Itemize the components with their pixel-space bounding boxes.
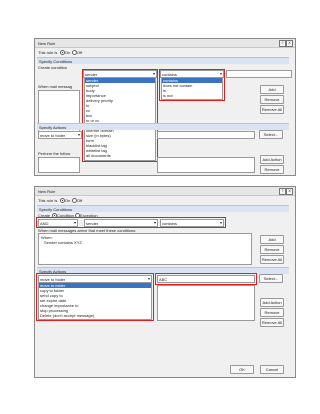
action-dropdown[interactable]: move to folder ▾ (38, 131, 82, 139)
help-button[interactable]: ? (279, 40, 286, 47)
off-label: Off (77, 50, 83, 55)
on-label: On (65, 198, 71, 203)
when-mail-label: When mail messag (38, 84, 73, 89)
add-action-button[interactable]: Add Action (260, 298, 284, 307)
select-button[interactable]: Select... (259, 274, 283, 283)
new-rule-dialog-bottom: New Rule ? X This rule is On Off Specify… (34, 186, 296, 378)
actions-list-box[interactable] (157, 285, 255, 321)
perform-following-label: Perform the follow (38, 151, 71, 156)
highlight-box (82, 69, 158, 162)
action-value-input[interactable] (157, 131, 255, 139)
conditions-section-header: Specify Conditions (37, 57, 289, 64)
add-button[interactable]: Add (260, 235, 284, 244)
on-label: On (65, 50, 71, 55)
rule-on-label: This rule is (38, 198, 58, 203)
remove-all-button[interactable]: Remove All (260, 105, 284, 114)
remove-action-button[interactable]: Remove (260, 308, 284, 317)
rule-on-label: This rule is (38, 50, 58, 55)
remove-all-action-button[interactable]: Remove All (260, 318, 284, 327)
ok-button[interactable]: OK (230, 365, 254, 374)
title-bar: New Rule ? X (35, 39, 295, 48)
actions-list-box-right[interactable] (157, 157, 255, 173)
cancel-button[interactable]: Cancel (260, 365, 284, 374)
help-button[interactable]: ? (279, 188, 286, 195)
close-button[interactable]: X (286, 188, 293, 195)
off-label: Off (77, 198, 83, 203)
chevron-down-icon: ▾ (77, 132, 80, 137)
dialog-title: New Rule (38, 189, 56, 194)
highlight-box (155, 273, 257, 285)
dialog-title: New Rule (38, 41, 56, 46)
conditions-list-box[interactable]: When: Sender contains XYZ (38, 233, 252, 265)
remove-action-button[interactable]: Remove (260, 165, 284, 174)
select-button[interactable]: Select... (259, 130, 283, 139)
condition-line[interactable]: Sender contains XYZ (44, 240, 82, 245)
new-rule-dialog-top: New Rule ? X This rule is On Off Specify… (34, 38, 296, 176)
remove-all-button[interactable]: Remove All (260, 255, 284, 264)
close-button[interactable]: X (286, 40, 293, 47)
remove-button[interactable]: Remove (260, 95, 284, 104)
highlight-box (159, 69, 225, 101)
actions-list-box[interactable] (38, 157, 80, 173)
add-action-button[interactable]: Add Action (260, 155, 284, 164)
remove-button[interactable]: Remove (260, 245, 284, 254)
title-bar: New Rule ? X (35, 187, 295, 196)
highlight-box (36, 273, 154, 321)
highlight-box (36, 217, 226, 228)
add-button[interactable]: Add (260, 85, 284, 94)
conditions-section-header: Specify Conditions (37, 205, 289, 212)
actions-section-header: Specify Actions (37, 123, 289, 130)
condition-value-input[interactable] (226, 70, 292, 78)
create-condition-label: Create condition (38, 65, 68, 70)
